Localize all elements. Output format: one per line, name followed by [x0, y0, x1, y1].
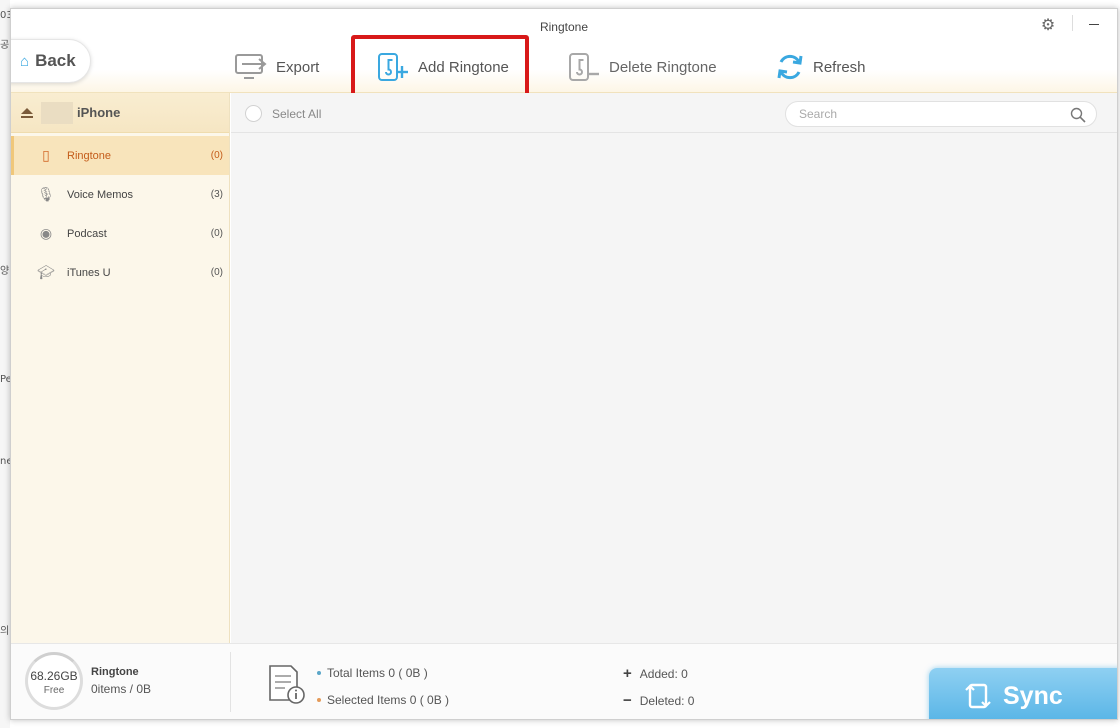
added-text: Added: 0	[639, 666, 688, 681]
sidebar-item-label: Voice Memos	[67, 188, 134, 201]
background-text-fragment: 의	[0, 626, 10, 637]
export-button[interactable]: Export	[234, 51, 319, 83]
sidebar: iPhone ▯ Ringtone (0) 🎙︎ Voice Memos (3)…	[11, 93, 230, 643]
device-header[interactable]: iPhone	[11, 93, 229, 133]
storage-free-label: Free	[43, 685, 65, 696]
home-icon: ⌂	[20, 52, 30, 70]
device-name: iPhone	[77, 105, 121, 120]
list-header: Select All	[231, 93, 1117, 133]
checkbox-circle[interactable]	[245, 105, 262, 122]
sidebar-item-count: (0)	[210, 228, 223, 239]
toolbar: Export Add Ringtone Delete Ringtone Refr…	[11, 37, 1117, 93]
sidebar-item-label: Podcast	[67, 227, 107, 240]
document-info-icon	[269, 665, 305, 704]
itunes-u-icon: 🎓︎	[37, 264, 55, 280]
sidebar-item-count: (0)	[210, 267, 223, 278]
export-icon	[235, 54, 267, 79]
category-name: Ringtone	[91, 666, 139, 678]
sidebar-item-label: iTunes U	[67, 266, 111, 279]
storage-gauge: 68.26GB Free	[25, 652, 83, 710]
back-label: Back	[35, 51, 76, 70]
footer-divider	[230, 652, 231, 712]
ringtone-manager-window: Ringtone ⚙ Export Add Ringtone Delete Ri…	[10, 8, 1118, 720]
search-box	[785, 101, 1097, 127]
sidebar-item-itunes-u[interactable]: 🎓︎ iTunes U (0)	[11, 253, 229, 292]
podcast-icon: ◉	[39, 225, 53, 241]
selected-items-text: Selected Items 0 ( 0B )	[327, 693, 450, 707]
added-stat: + Added: 0	[623, 665, 688, 682]
device-thumbnail	[41, 101, 73, 124]
sidebar-item-count: (3)	[210, 189, 223, 200]
eject-icon[interactable]	[21, 107, 33, 118]
footer-status-bar: 68.26GB Free Ringtone 0items / 0B Total …	[11, 643, 1117, 719]
title-bar: Ringtone ⚙	[11, 9, 1117, 37]
plus-icon: +	[623, 665, 632, 682]
total-items-dot	[317, 671, 321, 675]
window-title: Ringtone	[539, 20, 589, 34]
background-text-fragment: 공	[0, 40, 10, 51]
sync-icon	[965, 683, 991, 709]
storage-free-value: 68.26GB	[30, 669, 78, 683]
delete-ringtone-label: Delete Ringtone	[609, 58, 717, 76]
sync-label: Sync	[1003, 681, 1063, 710]
add-ringtone-highlight-annotation	[351, 35, 529, 98]
minimize-button[interactable]	[1085, 15, 1103, 33]
search-input[interactable]	[799, 107, 1049, 121]
sync-button[interactable]: Sync	[929, 668, 1117, 719]
export-label: Export	[276, 58, 320, 76]
sidebar-item-voice-memos[interactable]: 🎙︎ Voice Memos (3)	[11, 175, 229, 214]
refresh-icon	[777, 54, 803, 80]
deleted-stat: − Deleted: 0	[623, 692, 694, 709]
minus-icon: −	[623, 692, 632, 709]
background-text-fragment: 03	[0, 10, 10, 21]
category-summary: 0items / 0B	[91, 682, 152, 696]
background-text-fragment: ne	[0, 456, 10, 467]
delete-ringtone-icon	[569, 53, 599, 81]
ringtone-icon: ▯	[42, 147, 50, 163]
content-area: Select All	[231, 93, 1117, 643]
sidebar-item-count: (0)	[210, 150, 223, 161]
microphone-icon: 🎙︎	[37, 186, 55, 202]
selected-items-dot	[317, 698, 321, 702]
deleted-text: Deleted: 0	[639, 693, 695, 708]
settings-gear-icon[interactable]: ⚙	[1037, 15, 1059, 34]
back-button[interactable]: ⌂ Back	[11, 39, 91, 83]
search-icon[interactable]	[1070, 107, 1086, 123]
total-items-stat: Total Items 0 ( 0B )	[317, 666, 428, 680]
background-window-edge	[0, 0, 10, 728]
select-all-checkbox[interactable]: Select All	[245, 105, 321, 122]
select-all-label: Select All	[272, 106, 322, 121]
background-text-fragment: Pe	[0, 374, 10, 385]
selected-items-stat: Selected Items 0 ( 0B )	[317, 693, 449, 707]
refresh-label: Refresh	[813, 58, 866, 76]
refresh-button[interactable]: Refresh	[775, 51, 866, 83]
total-items-text: Total Items 0 ( 0B )	[327, 666, 428, 680]
category-info: Ringtone 0items / 0B	[91, 666, 151, 696]
sidebar-item-label: Ringtone	[67, 149, 112, 162]
sidebar-item-podcast[interactable]: ◉ Podcast (0)	[11, 214, 229, 253]
background-text-fragment: 양	[0, 266, 10, 277]
sidebar-item-ringtone[interactable]: ▯ Ringtone (0)	[11, 136, 229, 175]
delete-ringtone-button[interactable]: Delete Ringtone	[567, 51, 717, 83]
titlebar-divider	[1072, 15, 1073, 31]
